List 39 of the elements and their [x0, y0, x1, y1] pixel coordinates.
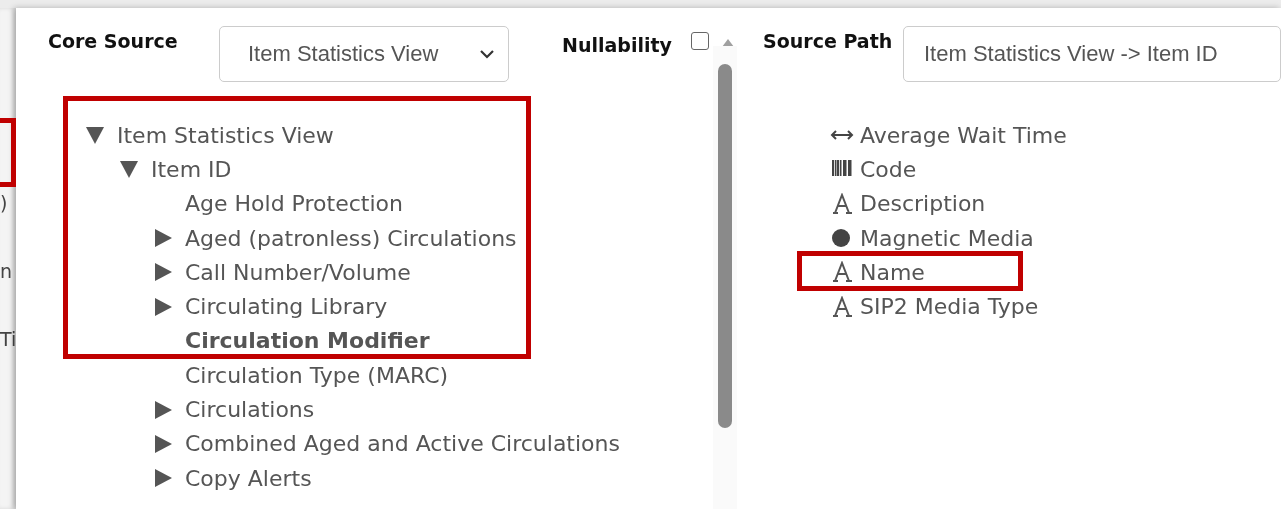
- letter-a-icon: [830, 295, 854, 318]
- field-item[interactable]: SIP2 Media Type: [860, 294, 1039, 320]
- field-item[interactable]: Average Wait Time: [860, 122, 1067, 148]
- background-text: Ti: [0, 327, 16, 352]
- field-item[interactable]: Code: [860, 156, 917, 182]
- collapsed-triangle-icon[interactable]: [153, 228, 173, 249]
- tree-item[interactable]: Circulating Library: [185, 294, 388, 320]
- nullability-label: Nullability: [562, 36, 673, 55]
- collapsed-triangle-icon[interactable]: [153, 262, 173, 283]
- letter-a-icon: [830, 192, 854, 215]
- scrollbar-thumb[interactable]: [718, 64, 732, 428]
- field-item[interactable]: Magnetic Media: [860, 225, 1034, 251]
- tree-item[interactable]: Circulation Type (MARC): [185, 362, 449, 388]
- field-item[interactable]: Name: [860, 259, 925, 285]
- core-source-select[interactable]: Item Statistics View: [219, 26, 509, 82]
- collapsed-triangle-icon[interactable]: [153, 296, 173, 317]
- chevron-down-icon: [480, 49, 494, 59]
- background-text: ): [0, 191, 9, 216]
- collapsed-triangle-icon[interactable]: [153, 399, 173, 420]
- core-source-label: Core Source: [48, 32, 179, 51]
- tree-item[interactable]: Aged (patronless) Circulations: [185, 225, 517, 251]
- collapsed-triangle-icon[interactable]: [153, 468, 173, 489]
- collapsed-triangle-icon[interactable]: [153, 433, 173, 454]
- tree-item[interactable]: Call Number/Volume: [185, 259, 411, 285]
- expanded-triangle-icon[interactable]: [119, 159, 139, 180]
- letter-a-icon: [830, 261, 854, 284]
- source-path-label: Source Path: [763, 32, 894, 51]
- tree-item[interactable]: Circulations: [185, 397, 315, 422]
- field-item[interactable]: Description: [860, 191, 986, 217]
- background-text: n: [0, 259, 14, 284]
- nullability-checkbox[interactable]: [691, 32, 709, 50]
- tree-item[interactable]: Circulation Modifier: [185, 328, 430, 354]
- tree-item[interactable]: Copy Alerts: [185, 465, 312, 491]
- tree-item[interactable]: Item ID: [151, 156, 232, 182]
- tree-item[interactable]: Combined Aged and Active Circulations: [185, 431, 620, 457]
- tree-item[interactable]: Item Statistics View: [117, 122, 334, 148]
- source-path-field[interactable]: Item Statistics View -> Item ID: [903, 26, 1281, 82]
- tree-item[interactable]: Age Hold Protection: [185, 191, 403, 217]
- expanded-triangle-icon[interactable]: [85, 125, 105, 146]
